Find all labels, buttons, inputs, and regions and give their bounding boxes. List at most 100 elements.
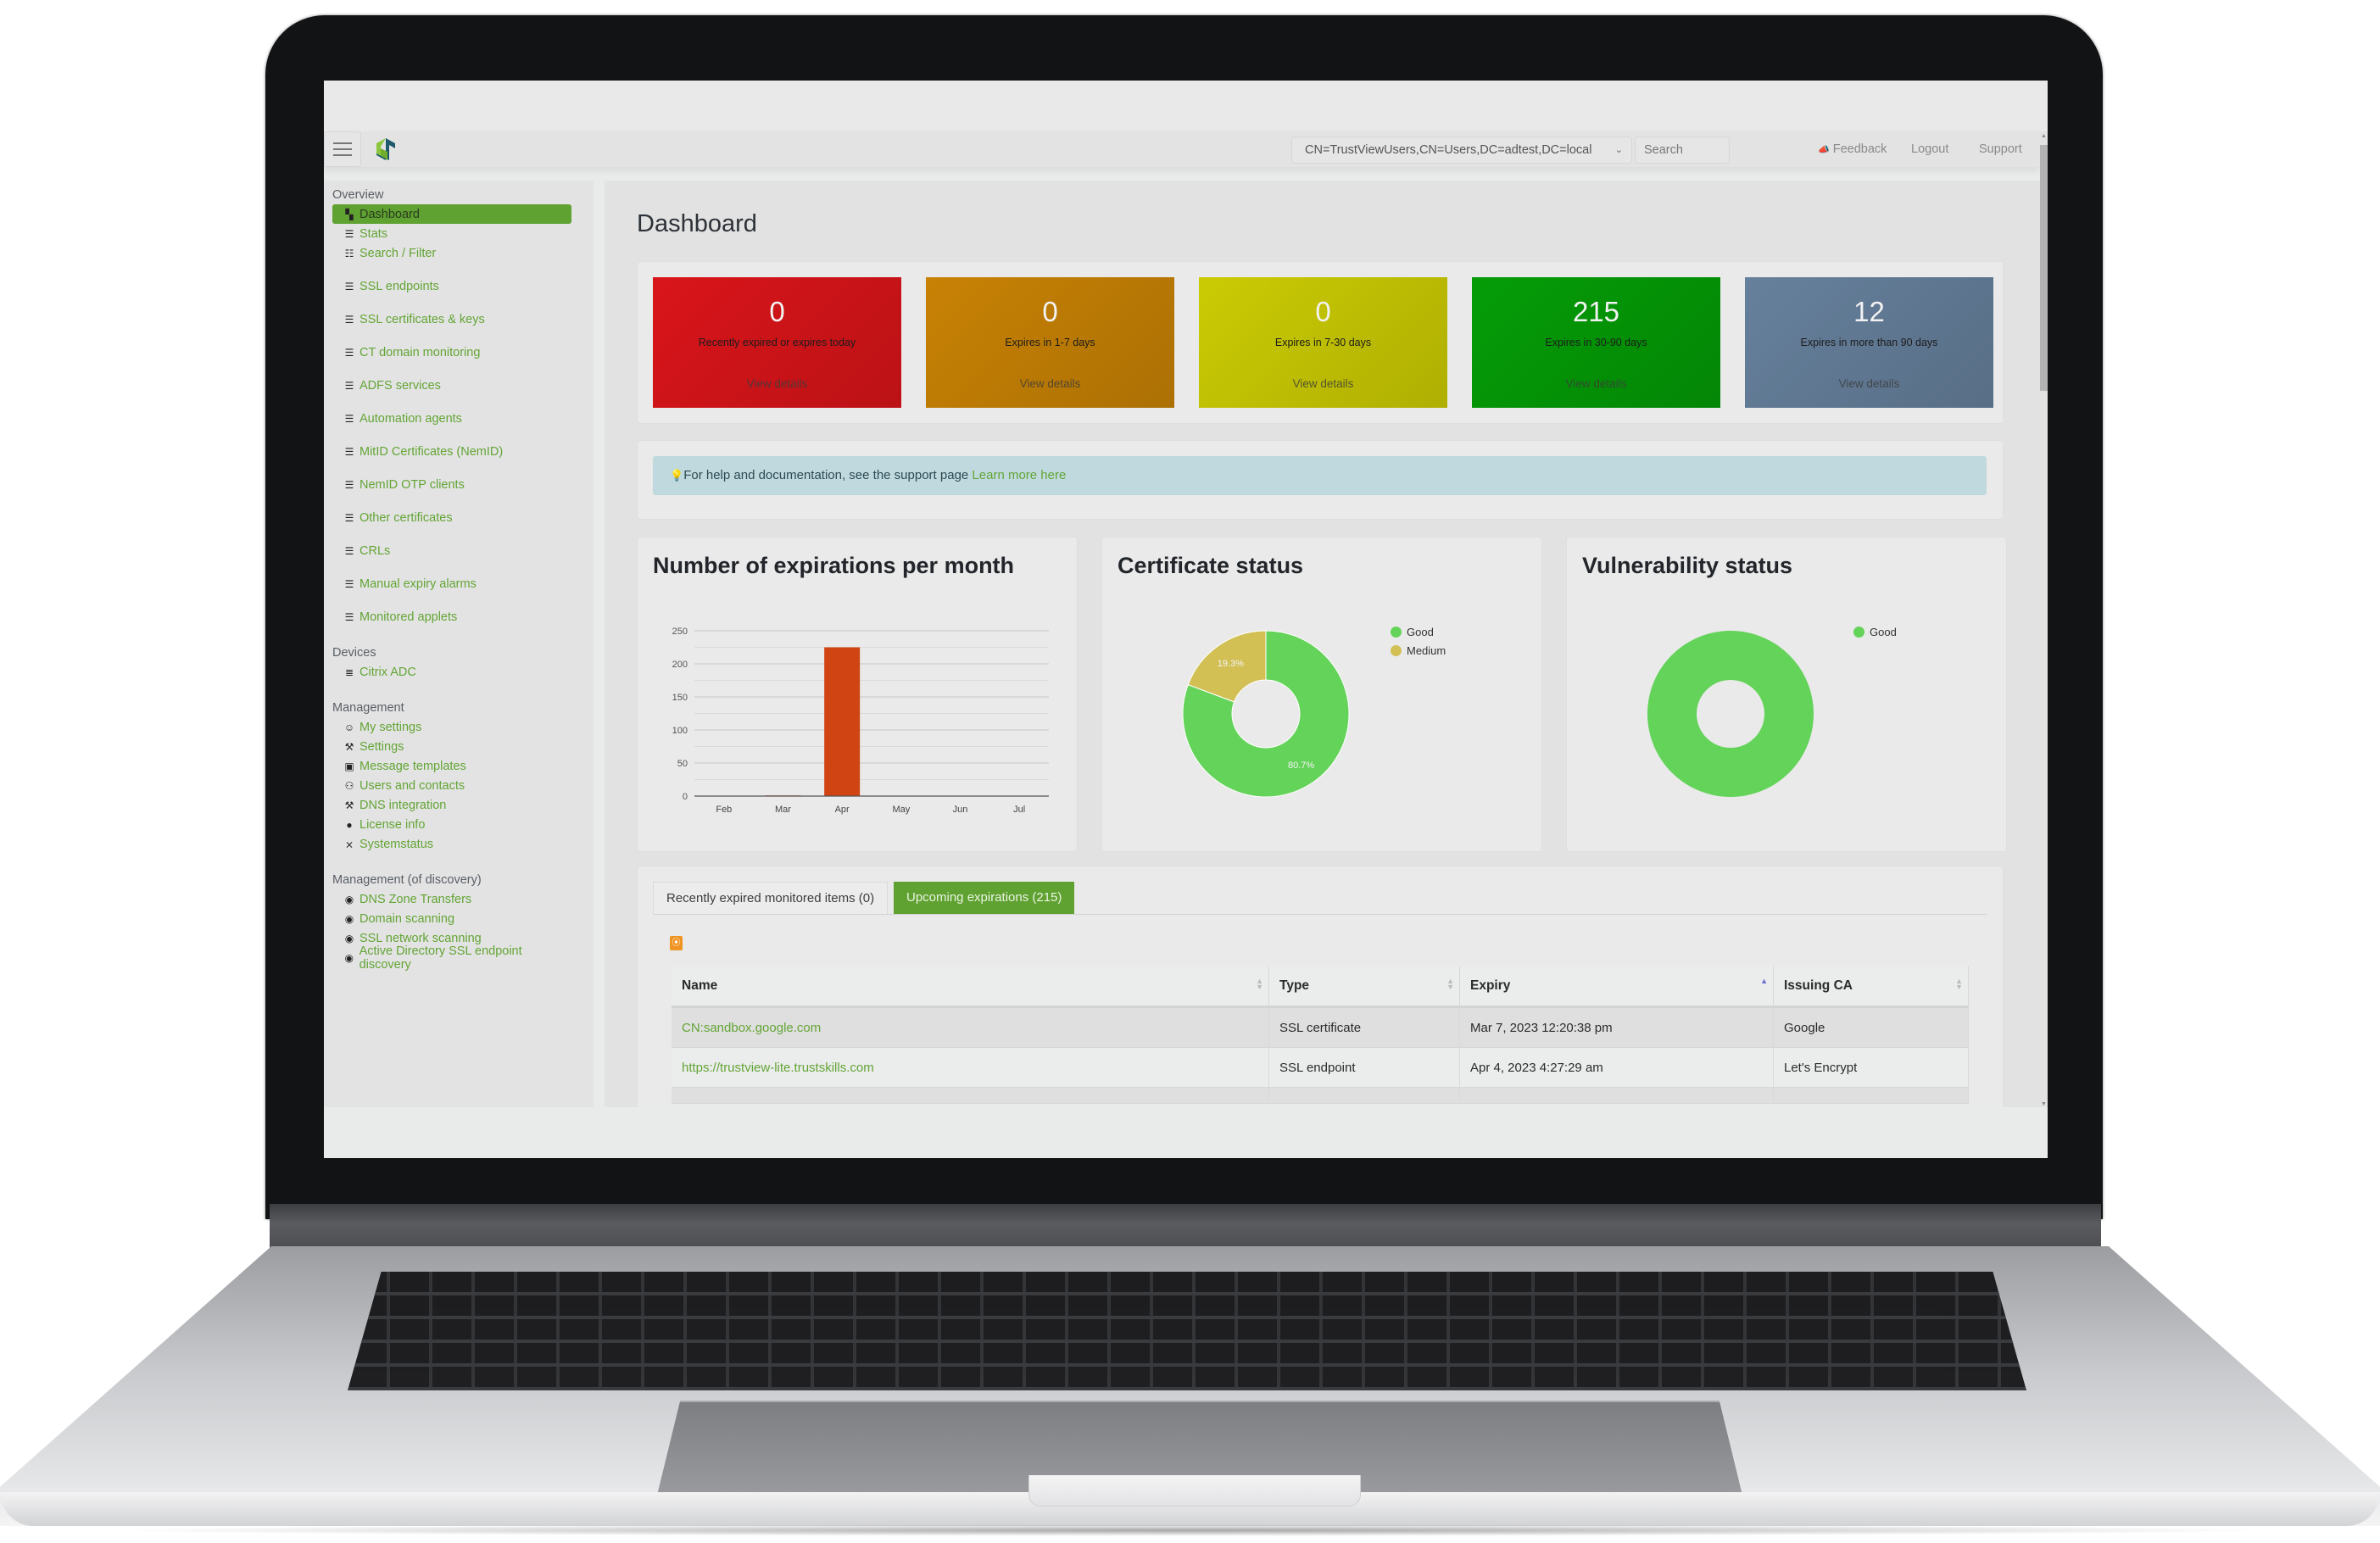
column-header-expiry[interactable]: Expiry ▲ [1459,966,1774,1008]
sidebar-item-ssl-certificates-keys[interactable]: ☰ SSL certificates & keys [332,309,571,329]
expiry-stats-card: 0 Recently expired or expires today View… [637,261,2004,424]
chevron-down-icon: ⌄ [1614,145,1623,155]
list-icon: ☰ [344,379,354,392]
expirations-chart-card: Number of expirations per month 0 50 100 15… [637,537,1078,852]
sidebar-item-label: Citrix ADC [360,665,416,679]
view-details-link[interactable]: View details [1472,377,1720,390]
stat-value: 0 [769,296,785,327]
column-header-type[interactable]: Type ▲ ▼ [1268,966,1460,1008]
certificate-status-card: Certificate status 80.7% 19.3% Good Medium [1101,537,1542,852]
stat-tile[interactable]: 0 Recently expired or expires today View… [653,277,901,408]
stat-tile[interactable]: 0 Expires in 1-7 days View details [926,277,1174,408]
sidebar-item-dns-zone-transfers[interactable]: ◉ DNS Zone Transfers [332,889,571,909]
legend-item[interactable]: Medium [1391,644,1446,663]
slice-good[interactable] [1647,631,1814,797]
sidebar-item-crls[interactable]: ☰ CRLs [332,541,571,560]
eye-icon: ◉ [344,932,354,944]
sidebar-item-active-directory-ssl-endpoint-discovery[interactable]: ◉ Active Directory SSL endpoint discovery [332,944,571,972]
sidebar-item-label: Stats [360,226,388,241]
sidebar-item-adfs-services[interactable]: ☰ ADFS services [332,376,571,395]
sidebar-item-ssl-endpoints[interactable]: ☰ SSL endpoints [332,276,571,296]
sidebar-item-citrix-adc[interactable]: ≣ Citrix ADC [332,662,571,682]
cell-expiry: Apr 4, 2023 4:27:29 am [1459,1047,1774,1088]
learn-more-link[interactable]: Learn more here [972,468,1066,482]
sidebar-item-users-and-contacts[interactable]: ⚇ Users and contacts [332,776,571,795]
stat-label: Expires in 30-90 days [1545,337,1647,348]
scroll-up-arrow-icon[interactable]: ▲ [2041,133,2047,139]
search-input[interactable] [1635,136,1730,164]
list-icon: ☰ [344,313,354,326]
sidebar-item-settings[interactable]: ⚒ Settings [332,737,571,756]
view-details-link[interactable]: View details [1199,377,1447,390]
stat-value: 12 [1853,296,1885,327]
sidebar-item-message-templates[interactable]: ▣ Message templates [332,756,571,776]
table-row[interactable]: https://trustview-lite.trustskills.com S… [672,1047,1969,1088]
rss-icon[interactable]: ⦿ [670,936,683,950]
logout-link[interactable]: Logout [1911,131,1948,167]
sidebar-item-stats[interactable]: ☰ Stats [332,224,571,243]
x-tick-label: Mar [775,805,791,815]
hamburger-icon[interactable] [324,131,361,167]
support-link[interactable]: Support [1979,131,2022,167]
view-details-link[interactable]: View details [1745,377,1993,390]
y-tick-label: 250 [672,627,688,637]
sidebar-item-label: Dashboard [360,207,420,221]
sidebar-item-search-filter[interactable]: ☷ Search / Filter [332,243,571,263]
scrollbar-thumb[interactable] [2040,145,2048,391]
item-link[interactable]: CN:sandbox.google.com [682,1021,821,1035]
column-header-issuing-ca[interactable]: Issuing CA ▲ ▼ [1773,966,1969,1008]
tab-divider [653,914,1987,915]
sidebar-item-automation-agents[interactable]: ☰ Automation agents [332,409,571,428]
sidebar-item-other-certificates[interactable]: ☰ Other certificates [332,508,571,527]
legend-item[interactable]: Good [1391,626,1446,644]
view-details-link[interactable]: View details [926,377,1174,390]
list-icon: ☰ [344,577,354,590]
app-logo[interactable] [373,136,399,162]
sidebar-item-dns-integration[interactable]: ⚒ DNS integration [332,795,571,815]
column-header-name[interactable]: Name ▲ ▼ [672,966,1269,1008]
column-header-label: Type [1279,978,1310,993]
sidebar-item-dashboard[interactable]: ▚ Dashboard [332,204,571,224]
sidebar-item-monitored-applets[interactable]: ☰ Monitored applets [332,607,571,627]
scroll-down-arrow-icon[interactable]: ▼ [2041,1101,2047,1107]
sidebar-item-license-info[interactable]: ● License info [332,815,571,834]
sidebar-item-nemid-otp-clients[interactable]: ☰ NemID OTP clients [332,475,571,494]
column-header-label: Name [682,978,718,993]
page-scrollbar[interactable]: ▲ ▼ [2040,131,2048,1107]
sidebar-item-domain-scanning[interactable]: ◉ Domain scanning [332,909,571,928]
list-icon: ☰ [344,227,354,240]
stat-tile[interactable]: 215 Expires in 30-90 days View details [1472,277,1720,408]
sidebar-item-ct-domain-monitoring[interactable]: ☰ CT domain monitoring [332,343,571,362]
sidebar-item-label: License info [360,817,426,832]
tab-upcoming-expirations[interactable]: Upcoming expirations (215) [894,882,1075,914]
users-icon: ⚇ [344,779,354,792]
sidebar-item-systemstatus[interactable]: ⨯ Systemstatus [332,834,571,854]
cell-name: https://trustview-lite.trustskills.com [672,1047,1269,1088]
legend-item[interactable]: Good [1853,626,1897,644]
tab-recently-expired[interactable]: Recently expired monitored items (0) [653,882,889,914]
sidebar-item-label: Active Directory SSL endpoint discovery [359,944,522,972]
table-row[interactable]: CN:sandbox.google.com SSL certificate Ma… [672,1006,1969,1048]
column-header-label: Expiry [1470,978,1511,993]
stat-tile[interactable]: 12 Expires in more than 90 days View det… [1745,277,1993,408]
item-link[interactable]: https://trustview-lite.trustskills.com [682,1061,874,1075]
directory-select[interactable]: CN=TrustViewUsers,CN=Users,DC=adtest,DC=… [1291,136,1632,164]
sidebar-item-my-settings[interactable]: ☺ My settings [332,717,571,737]
laptop-keyboard-rows [348,1272,2026,1390]
view-details-link[interactable]: View details [653,377,901,390]
sidebar-item-manual-expiry-alarms[interactable]: ☰ Manual expiry alarms [332,574,571,593]
sidebar-item-label: Settings [360,739,404,754]
megaphone-icon: 📣 [1818,145,1830,155]
eye-icon: ◉ [344,912,354,925]
feedback-link[interactable]: 📣 Feedback [1818,131,1887,167]
sidebar-item-mitid-certificates-nemid[interactable]: ☰ MitID Certificates (NemID) [332,442,571,461]
bar-apr[interactable] [824,647,861,797]
stat-tile[interactable]: 0 Expires in 7-30 days View details [1199,277,1447,408]
list-icon: ☰ [344,511,354,524]
search-list-icon: ☷ [344,247,354,259]
laptop-screen: CN=TrustViewUsers,CN=Users,DC=adtest,DC=… [324,81,2048,1158]
